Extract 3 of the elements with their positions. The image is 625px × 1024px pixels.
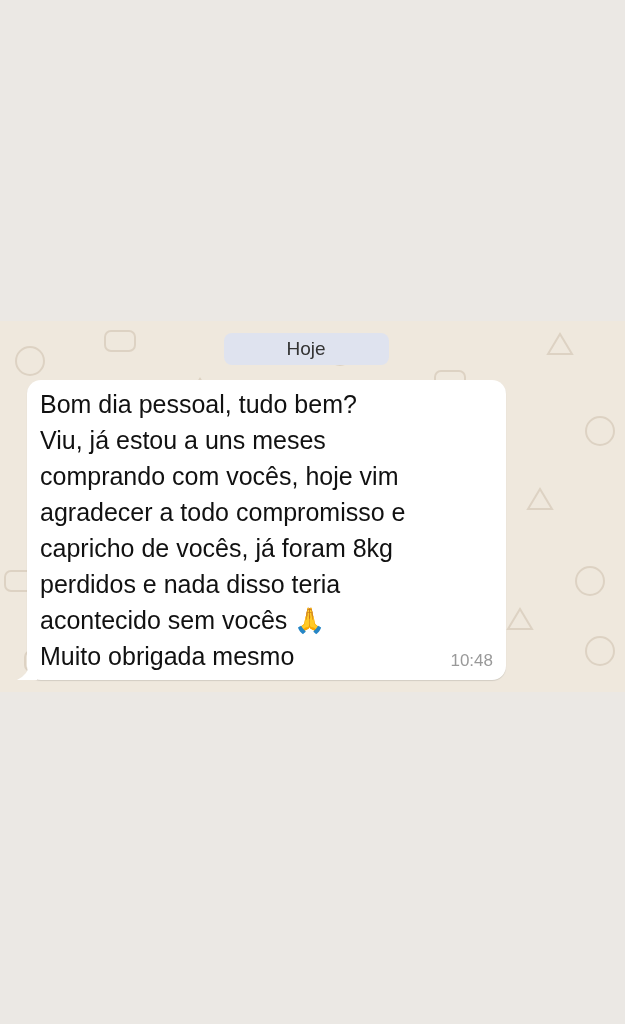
- date-label: Hoje: [223, 333, 389, 365]
- message-time: 10:48: [450, 651, 493, 671]
- message-text: Bom dia pessoal, tudo bem? Viu, já estou a uns meses comprando com vocês, hoje vim agradecer a todo compromisso e capricho de vocês, já foram 8kg perdidos e nada disso teria acontecido sem vocês 🙏 Muito obrigada mesmo: [40, 390, 406, 670]
